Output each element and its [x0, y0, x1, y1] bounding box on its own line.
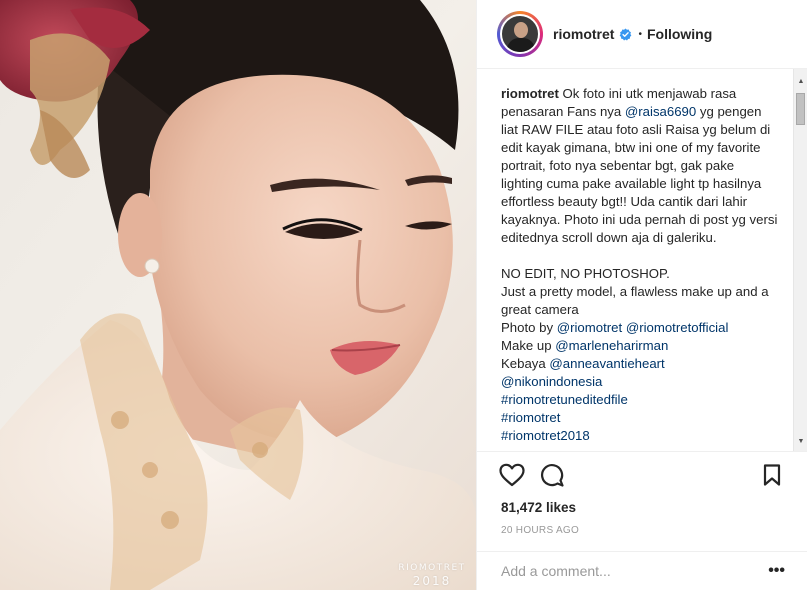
post-photo[interactable]: RIOMOTRET 2018: [0, 0, 476, 590]
comments-scrollbar[interactable]: ▲ ▼: [793, 69, 807, 451]
caption-photo-by: Photo by @riomotret @riomotretofficial: [501, 319, 779, 337]
photo-by-label: Photo by: [501, 320, 557, 335]
instagram-post: RIOMOTRET 2018 riomotret • Following rio…: [0, 0, 807, 590]
avatar[interactable]: [497, 11, 543, 57]
caption-body: riomotret Ok foto ini utk menjawab rasa …: [501, 85, 779, 247]
mention-raisa[interactable]: @raisa6690: [625, 104, 696, 119]
mention-nikonindonesia[interactable]: @nikonindonesia: [501, 374, 602, 389]
header-separator: •: [638, 28, 642, 40]
header-user-info: riomotret • Following: [553, 26, 712, 42]
caption-makeup: Make up @marleneharirman: [501, 337, 779, 355]
caption-text-2: yg pengen liat RAW FILE atau foto asli R…: [501, 104, 778, 245]
post-caption: riomotret Ok foto ini utk menjawab rasa …: [501, 85, 779, 445]
likes-count[interactable]: 81,472 likes: [477, 497, 807, 519]
mention-marleneharirman[interactable]: @marleneharirman: [555, 338, 668, 353]
comment-icon[interactable]: [539, 462, 565, 488]
caption-username[interactable]: riomotret: [501, 86, 559, 101]
hashtag-riomotretuneditedfile[interactable]: #riomotretuneditedfile: [501, 392, 628, 407]
header-username[interactable]: riomotret: [553, 26, 614, 42]
avatar-image: [500, 14, 540, 54]
hashtag-riomotret2018[interactable]: #riomotret2018: [501, 428, 590, 443]
caption-pretty: Just a pretty model, a flawless make up …: [501, 284, 769, 317]
comments-section[interactable]: riomotret Ok foto ini utk menjawab rasa …: [477, 69, 807, 451]
scrollbar-thumb[interactable]: [796, 93, 805, 125]
kebaya-label: Kebaya: [501, 356, 550, 371]
watermark-name: RIOMOTRET: [398, 563, 466, 573]
more-options-button[interactable]: •••: [768, 563, 785, 579]
comment-input[interactable]: [501, 563, 741, 579]
mention-riomotret[interactable]: @riomotret: [557, 320, 622, 335]
scroll-up-arrow-icon[interactable]: ▲: [794, 73, 807, 89]
caption-no-edit: NO EDIT, NO PHOTOSHOP.: [501, 266, 670, 281]
scroll-down-arrow-icon[interactable]: ▼: [794, 433, 807, 449]
hashtag-riomotret[interactable]: #riomotret: [501, 410, 560, 425]
bookmark-icon[interactable]: [759, 462, 785, 488]
mention-anneavantieheart[interactable]: @anneavantieheart: [549, 356, 664, 371]
post-header: riomotret • Following: [477, 0, 807, 69]
photo-watermark: RIOMOTRET 2018: [392, 563, 472, 588]
makeup-label: Make up: [501, 338, 556, 353]
add-comment-section: •••: [477, 551, 807, 590]
verified-badge-icon: [619, 28, 632, 41]
watermark-year: 2018: [412, 574, 452, 588]
post-timestamp[interactable]: 20 HOURS AGO: [477, 519, 807, 543]
following-button[interactable]: Following: [647, 26, 712, 42]
portrait-illustration: [0, 0, 476, 590]
post-side-panel: riomotret • Following riomotret Ok foto …: [476, 0, 807, 590]
caption-kebaya: Kebaya @anneavantieheart: [501, 355, 779, 373]
mention-riomotretofficial[interactable]: @riomotretofficial: [626, 320, 729, 335]
heart-icon[interactable]: [499, 462, 525, 488]
post-actions: [477, 451, 807, 497]
